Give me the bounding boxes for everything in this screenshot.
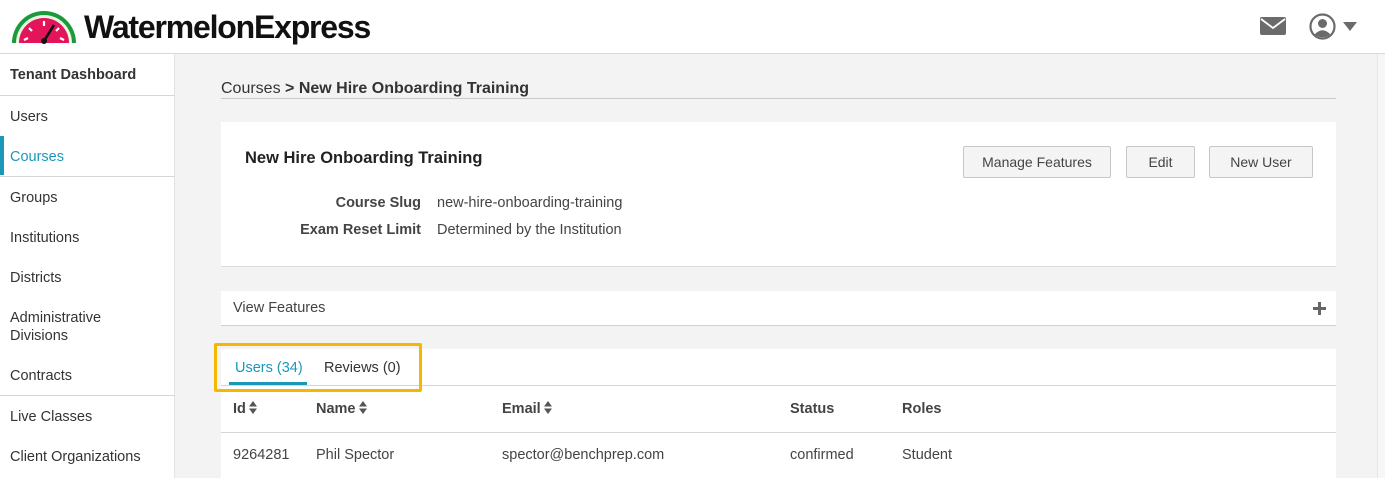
sidebar-divider bbox=[0, 176, 175, 177]
sort-icon[interactable] bbox=[543, 401, 552, 414]
course-details-card: New Hire Onboarding Training Manage Feat… bbox=[221, 122, 1336, 267]
exam-reset-limit-value: Determined by the Institution bbox=[437, 222, 622, 238]
cell-roles: Student bbox=[902, 447, 952, 463]
manage-features-button[interactable]: Manage Features bbox=[963, 146, 1111, 178]
mail-icon[interactable] bbox=[1260, 15, 1286, 37]
cell-name[interactable]: Phil Spector bbox=[316, 447, 394, 463]
sidebar-divider bbox=[0, 395, 175, 396]
column-header-id[interactable]: Id bbox=[233, 401, 257, 417]
course-title: New Hire Onboarding Training bbox=[245, 149, 483, 167]
course-slug-label: Course Slug bbox=[335, 195, 421, 211]
sidebar-item-districts[interactable]: Districts bbox=[0, 269, 175, 287]
sort-icon[interactable] bbox=[248, 401, 257, 414]
column-header-status: Status bbox=[790, 401, 835, 417]
sidebar-item-users[interactable]: Users bbox=[0, 108, 175, 126]
cell-email: spector@benchprep.com bbox=[502, 447, 665, 463]
new-user-button[interactable]: New User bbox=[1209, 146, 1313, 178]
column-header-email[interactable]: Email bbox=[502, 401, 552, 417]
view-features-accordion[interactable]: View Features bbox=[221, 291, 1336, 326]
view-features-label[interactable]: View Features bbox=[233, 300, 325, 316]
sidebar-item-live-classes[interactable]: Live Classes bbox=[0, 408, 175, 426]
user-circle-icon[interactable] bbox=[1309, 13, 1336, 40]
sidebar-item-groups[interactable]: Groups bbox=[0, 189, 175, 207]
sidebar-item-courses[interactable]: Courses bbox=[0, 148, 175, 166]
page-scrollbar[interactable] bbox=[1377, 54, 1385, 478]
sidebar-divider bbox=[0, 95, 175, 96]
sort-icon[interactable] bbox=[358, 401, 367, 414]
breadcrumb-divider bbox=[221, 98, 1336, 99]
brand-name[interactable]: WatermelonExpress bbox=[84, 9, 371, 45]
edit-button[interactable]: Edit bbox=[1126, 146, 1195, 178]
table-header-divider bbox=[221, 432, 1336, 433]
sidebar-item-institutions[interactable]: Institutions bbox=[0, 229, 175, 247]
users-table-panel: Users (34) Reviews (0) Id Name Email Sta… bbox=[214, 343, 1336, 478]
caret-down-icon[interactable] bbox=[1343, 22, 1357, 31]
cell-id: 9264281 bbox=[233, 447, 290, 463]
tabs-highlight-box bbox=[214, 343, 422, 392]
breadcrumb: Courses > New Hire Onboarding Training bbox=[221, 79, 529, 99]
sidebar: Tenant Dashboard Users Courses Groups In… bbox=[0, 54, 175, 478]
breadcrumb-current: New Hire Onboarding Training bbox=[298, 80, 530, 97]
cell-status: confirmed bbox=[790, 447, 854, 463]
sidebar-item-client-organizations[interactable]: Client Organizations bbox=[0, 448, 175, 466]
exam-reset-limit-label: Exam Reset Limit bbox=[300, 222, 421, 238]
course-slug-value: new-hire-onboarding-training bbox=[437, 195, 623, 211]
sidebar-item-contracts[interactable]: Contracts bbox=[0, 367, 175, 385]
column-header-name[interactable]: Name bbox=[316, 401, 367, 417]
watermelon-logo-icon[interactable] bbox=[10, 8, 78, 44]
top-bar: WatermelonExpress bbox=[0, 0, 1385, 54]
breadcrumb-parent-link[interactable]: Courses bbox=[221, 80, 281, 97]
plus-icon[interactable] bbox=[1313, 302, 1326, 315]
sidebar-item-administrative-divisions[interactable]: Administrative Divisions bbox=[0, 309, 120, 345]
sidebar-title[interactable]: Tenant Dashboard bbox=[0, 66, 175, 84]
breadcrumb-separator: > bbox=[285, 80, 295, 97]
column-header-roles: Roles bbox=[902, 401, 942, 417]
